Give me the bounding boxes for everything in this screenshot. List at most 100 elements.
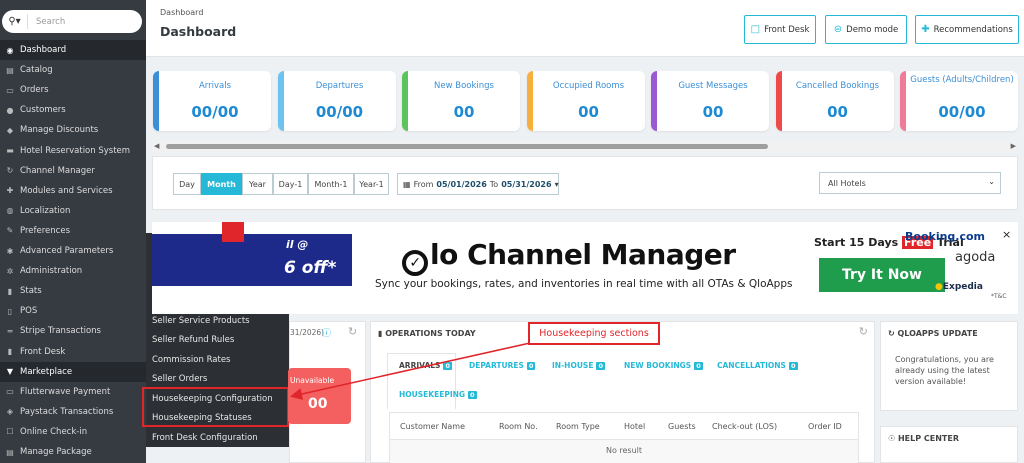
sidebar-item-front-desk[interactable]: ▮ Front Desk xyxy=(0,342,146,362)
sidebar-item-channel-manager[interactable]: ↻ Channel Manager xyxy=(0,161,146,181)
stat-card-guests-adults-children-[interactable]: Guests (Adults/Children) 00/00 xyxy=(900,71,1018,131)
breadcrumb[interactable]: Dashboard xyxy=(160,8,203,17)
sidebar-item-stripe-transactions[interactable]: ═ Stripe Transactions xyxy=(0,321,146,341)
sidebar-item-label: Marketplace xyxy=(20,366,73,377)
tab-new-bookings[interactable]: NEW BOOKINGS 0 xyxy=(624,361,703,370)
promo-line-1: il @ xyxy=(286,238,309,251)
tab-arrivals[interactable]: ARRIVALS 0 xyxy=(399,361,452,370)
stat-card-occupied-rooms[interactable]: Occupied Rooms 00 xyxy=(526,71,645,131)
stat-card-guest-messages[interactable]: Guest Messages 00 xyxy=(651,71,769,131)
tab-housekeeping[interactable]: HOUSEKEEPING 0 xyxy=(399,390,477,399)
sidebar-item-manage-discounts[interactable]: ◆ Manage Discounts xyxy=(0,120,146,140)
recommendations-button[interactable]: ✚ Recommendations xyxy=(915,15,1019,44)
submenu-item-seller-orders[interactable]: Seller Orders xyxy=(152,370,207,388)
brand-text: lo Channel Manager xyxy=(430,238,736,271)
period-year-button[interactable]: Year xyxy=(242,173,273,195)
sidebar-item-label: Localization xyxy=(20,205,71,216)
submenu-item-seller-refund-rules[interactable]: Seller Refund Rules xyxy=(152,331,234,349)
column-header-check-out-los-[interactable]: Check-out (LOS) xyxy=(712,422,777,431)
sidebar-item-label: Preferences xyxy=(20,225,70,236)
bed-icon: ▬ xyxy=(6,146,14,155)
card-accent-bar xyxy=(526,71,533,131)
column-header-room-type[interactable]: Room Type xyxy=(556,422,600,431)
period-day-button[interactable]: Day xyxy=(173,173,201,195)
catalog-icon: ▤ xyxy=(6,65,14,75)
caret-down-icon: ▾ xyxy=(554,179,559,189)
wrench-icon: ✎ xyxy=(6,226,14,236)
period-day-1-button[interactable]: Day-1 xyxy=(273,173,308,195)
to-date: 05/31/2026 xyxy=(501,179,552,189)
stat-label: Guests (Adults/Children) xyxy=(910,75,1014,85)
refresh-icon[interactable]: ↻ xyxy=(348,325,357,338)
column-header-order-id[interactable]: Order ID xyxy=(808,422,842,431)
card-accent-bar xyxy=(153,71,159,131)
date-filter-panel: Day Month Year Day-1 Month-1 Year-1 ▦ From 05… xyxy=(152,156,1018,210)
hotel-select[interactable]: All Hotels ⌄ xyxy=(819,172,1001,194)
sidebar-item-modules-and-services[interactable]: ✚ Modules and Services xyxy=(0,181,146,201)
sidebar-item-marketplace[interactable]: ▼ Marketplace xyxy=(0,361,146,382)
empty-result: No result xyxy=(605,446,643,455)
sidebar-item-stats[interactable]: ▮ Stats xyxy=(0,281,146,301)
tab-cancellations[interactable]: CANCELLATIONS 0 xyxy=(717,361,798,370)
search-input[interactable]: Search xyxy=(28,17,65,27)
stat-card-arrivals[interactable]: Arrivals 00/00 xyxy=(153,71,271,131)
sidebar-item-advanced-parameters[interactable]: ✱ Advanced Parameters xyxy=(0,241,146,261)
demo-mode-button[interactable]: ⊜ Demo mode xyxy=(825,15,907,44)
info-icon[interactable]: ⓘ xyxy=(322,326,331,339)
sidebar-item-online-check-in[interactable]: ☐ Online Check-in xyxy=(0,422,146,442)
column-header-customer-name[interactable]: Customer Name xyxy=(400,422,465,431)
stat-value: 00/00 xyxy=(938,103,986,121)
column-header-guests[interactable]: Guests xyxy=(668,422,696,431)
submenu-item-front-desk-configuration[interactable]: Front Desk Configuration xyxy=(152,429,258,447)
search-icon[interactable]: ⚲▾ xyxy=(2,14,28,29)
sidebar-item-customers[interactable]: ● Customers xyxy=(0,100,146,120)
sidebar-item-label: Manage Package xyxy=(20,447,92,457)
gear-icon: ✲ xyxy=(6,266,14,276)
sidebar-item-hotel-reservation-system[interactable]: ▬ Hotel Reservation System xyxy=(0,141,146,161)
scroll-left-icon[interactable]: ◀ xyxy=(154,142,159,150)
unavailable-tile[interactable]: Unavailable 00 xyxy=(288,368,351,424)
sidebar-item-orders[interactable]: ▭ Orders xyxy=(0,80,146,100)
sidebar-item-localization[interactable]: ◍ Localization xyxy=(0,201,146,221)
stat-card-new-bookings[interactable]: New Bookings 00 xyxy=(402,71,520,131)
sidebar-item-label: Catalog xyxy=(20,65,53,76)
banner-close-icon[interactable]: × xyxy=(1002,228,1011,241)
cards-scrollbar[interactable]: ◀ ▶ xyxy=(152,142,1018,151)
tab-count-badge: 0 xyxy=(468,390,477,399)
column-header-room-no-[interactable]: Room No. xyxy=(499,422,538,431)
scrollbar-thumb[interactable] xyxy=(166,144,768,149)
period-month-1-button[interactable]: Month-1 xyxy=(308,173,354,195)
unavailable-label: Unavailable xyxy=(290,376,335,385)
period-year-1-button[interactable]: Year-1 xyxy=(354,173,389,195)
sidebar-item-catalog[interactable]: ▤ Catalog xyxy=(0,60,146,80)
sidebar-item-flutterwave-payment[interactable]: ▭ Flutterwave Payment xyxy=(0,382,146,402)
sidebar-item-pos[interactable]: ▯ POS xyxy=(0,301,146,321)
tab-departures[interactable]: DEPARTURES 0 xyxy=(469,361,536,370)
submenu-item-seller-service-products[interactable]: Seller Service Products xyxy=(152,312,250,330)
scroll-right-icon[interactable]: ▶ xyxy=(1011,142,1016,150)
promo-banner[interactable]: il @ 6 off* ✓ lo Channel Manager Sync you… xyxy=(152,222,1018,314)
search-box[interactable]: ⚲▾ Search xyxy=(2,10,142,33)
submenu-item-commission-rates[interactable]: Commission Rates xyxy=(152,351,230,369)
tab-in-house[interactable]: IN-HOUSE 0 xyxy=(552,361,605,370)
period-month-button[interactable]: Month xyxy=(201,173,242,195)
tab-label: HOUSEKEEPING xyxy=(399,390,466,399)
stat-label: Departures xyxy=(315,81,364,91)
try-it-now-button[interactable]: Try It Now xyxy=(819,258,945,292)
sidebar-item-administration[interactable]: ✲ Administration xyxy=(0,261,146,281)
stat-card-cancelled-bookings[interactable]: Cancelled Bookings 00 xyxy=(775,71,894,131)
stat-value: 00 xyxy=(702,103,724,121)
customers-icon: ● xyxy=(6,105,14,115)
column-header-hotel[interactable]: Hotel xyxy=(624,422,645,431)
sidebar-item-label: Manage Discounts xyxy=(20,125,99,136)
sidebar-item-dashboard[interactable]: ◉ Dashboard xyxy=(0,40,146,60)
refresh-icon[interactable]: ↻ xyxy=(859,325,868,338)
sidebar-item-preferences[interactable]: ✎ Preferences xyxy=(0,221,146,241)
date-range-picker[interactable]: ▦ From 05/01/2026 To 05/31/2026 ▾ xyxy=(397,173,559,195)
cart-icon: ▼ xyxy=(6,367,14,377)
front-desk-button[interactable]: □ Front Desk xyxy=(744,15,816,44)
stat-card-departures[interactable]: Departures 00/00 xyxy=(277,71,396,131)
sidebar-item-paystack-transactions[interactable]: ◈ Paystack Transactions xyxy=(0,402,146,422)
puzzle-icon: ✚ xyxy=(921,24,930,35)
sidebar-item-manage-package[interactable]: ▤ Manage Package xyxy=(0,442,146,462)
